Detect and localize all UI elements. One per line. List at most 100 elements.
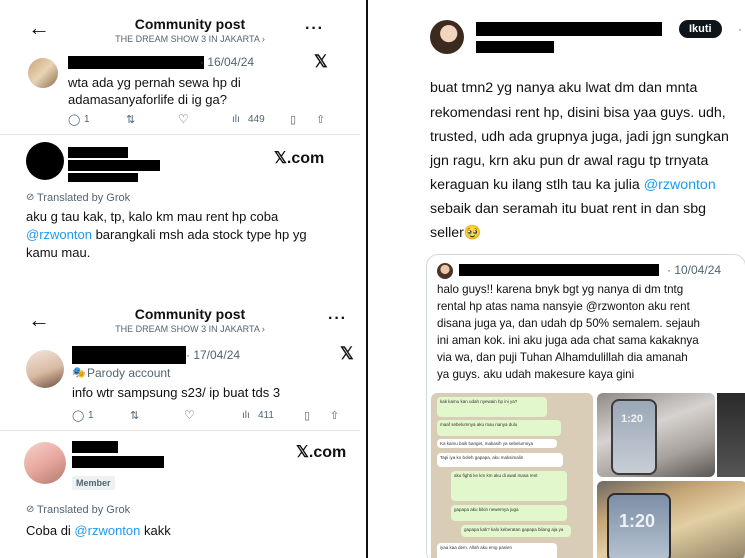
redacted-username xyxy=(459,264,659,276)
repost-icon[interactable]: ⇅ xyxy=(126,113,135,126)
page-title: Community post xyxy=(134,16,246,32)
post-panel-3: Ikuti · buat tmn2 yg nanya aku lwat dm d… xyxy=(370,0,745,558)
collage-divider xyxy=(366,0,368,558)
quoted-date: · 10/04/24 xyxy=(667,263,722,277)
phone-photo[interactable]: 1:20 xyxy=(597,393,715,477)
chat-bubble: maaf sebelumnya aku mau nanya dulu xyxy=(437,420,561,436)
phone-clock: 1:20 xyxy=(621,413,644,425)
chat-screenshot-image[interactable]: kak kamu kan udah nyewain hp ini ya? maa… xyxy=(431,393,593,558)
post-line: keraguan ku ilang stlh tau ka julia @rzw… xyxy=(430,177,716,193)
translate-icon: ⊘ xyxy=(26,504,35,515)
redacted-handle xyxy=(68,160,160,171)
post-line: trusted, udh ada grupnya juga, jadi jgn … xyxy=(430,129,729,145)
community-subtitle[interactable]: THE DREAM SHOW 3 IN JAKARTA › xyxy=(60,324,320,334)
redacted-username xyxy=(72,441,118,453)
quoted-post-card[interactable]: · 10/04/24 halo guys!! karena bnyk bgt y… xyxy=(426,254,745,558)
views-count: 411 xyxy=(258,409,274,421)
member-badge: Member xyxy=(72,476,115,490)
reply-text: barangkali msh ada stock type hp yg xyxy=(91,227,307,242)
quoted-line: ini aman kok. ini aku juga ada chat sama… xyxy=(437,334,699,347)
redacted-username xyxy=(68,56,204,69)
avatar[interactable] xyxy=(430,20,464,54)
parody-label: Parody account xyxy=(87,366,171,380)
post-text: wta ada yg pernah sewa hp di adamasanyaf… xyxy=(68,75,241,107)
translated-by-grok[interactable]: Translated by Grok xyxy=(37,192,130,204)
redacted-handle xyxy=(476,41,554,53)
reply-text-line: kamu mau. xyxy=(26,245,91,260)
redacted-username xyxy=(476,22,662,36)
community-subtitle[interactable]: THE DREAM SHOW 3 IN JAKARTA › xyxy=(60,34,320,44)
action-bar: ◯ 1 ⇅ ♡ ılı 411 ▯ ⇧ xyxy=(72,408,352,422)
reply-icon[interactable]: ◯ xyxy=(68,113,80,126)
mention-link[interactable]: @rzwonton xyxy=(74,523,140,538)
views-icon[interactable]: ılı xyxy=(232,114,240,125)
redacted-line xyxy=(68,173,138,182)
post-text: keraguan ku ilang stlh tau ka julia xyxy=(430,177,644,193)
x-logo-icon: 𝕏 xyxy=(314,52,328,71)
x-com-label: 𝕏.com xyxy=(274,150,325,167)
reply-text-line: @rzwonton barangkali msh ada stock type … xyxy=(26,226,307,243)
phone-photo-edge xyxy=(717,393,745,477)
quoted-line: ya guys. aku udah makesure kaya gini xyxy=(437,368,635,381)
reply-text: Coba di xyxy=(26,523,75,538)
redacted-line xyxy=(72,458,108,468)
reply-text: kakk xyxy=(140,523,171,538)
like-icon[interactable]: ♡ xyxy=(178,112,189,126)
reply-text-line: Coba di @rzwonton kakk xyxy=(26,522,171,539)
post-line: seller🥹 xyxy=(430,225,482,241)
avatar[interactable] xyxy=(26,350,64,388)
post-line: rekomendasi rent hp, disini bisa yaa guy… xyxy=(430,105,726,121)
reply-count: 1 xyxy=(84,113,90,125)
avatar[interactable] xyxy=(28,58,58,88)
repost-icon[interactable]: ⇅ xyxy=(130,409,139,422)
quoted-line: rental hp atas nama nansyie @rzwonton ak… xyxy=(437,300,690,313)
translate-icon: ⊘ xyxy=(26,192,35,203)
avatar xyxy=(437,263,453,279)
x-logo-icon: 𝕏 xyxy=(340,344,354,363)
post-date: · 16/04/24 xyxy=(200,55,255,69)
views-icon[interactable]: ılı xyxy=(242,410,250,421)
chat-bubble: Tapi iya ko boleh gapapa, aku maksimalin xyxy=(437,453,563,467)
phone-photo[interactable]: 1:20 xyxy=(597,481,745,558)
divider xyxy=(0,430,360,431)
follow-button[interactable]: Ikuti xyxy=(679,20,722,38)
chat-bubble: kak kamu kan udah nyewain hp ini ya? xyxy=(437,397,547,417)
divider xyxy=(0,134,360,135)
redacted-username xyxy=(68,147,128,158)
mention-link[interactable]: @rzwonton xyxy=(26,227,92,242)
x-com-label: 𝕏.com xyxy=(296,444,347,461)
mention-link[interactable]: @rzwonton xyxy=(644,177,716,193)
chat-bubble: gapapa aku bikin newernya juga xyxy=(451,505,567,521)
panel-gap xyxy=(0,262,360,296)
more-icon[interactable]: · xyxy=(738,22,742,36)
back-arrow-icon[interactable]: ← xyxy=(28,309,50,331)
bookmark-icon[interactable]: ▯ xyxy=(304,409,310,422)
quoted-line: disana juga ya, dan udah dp 50% semalem.… xyxy=(437,317,700,330)
chat-bubble: iyaa kaa dem. Allah aku emg pasien xyxy=(437,543,557,558)
like-icon[interactable]: ♡ xyxy=(184,408,195,422)
page-title: Community post xyxy=(134,306,246,322)
reply-count: 1 xyxy=(88,409,94,421)
more-icon[interactable]: ··· xyxy=(328,310,347,328)
translated-by-grok[interactable]: Translated by Grok xyxy=(37,504,130,516)
phone-clock: 1:20 xyxy=(619,511,656,531)
chat-bubble: Ka kamu baik banget, makasih ya sebelumn… xyxy=(437,439,557,448)
more-icon[interactable]: ··· xyxy=(305,20,324,38)
post-date: · 17/04/24 xyxy=(186,348,241,362)
reply-icon[interactable]: ◯ xyxy=(72,409,84,422)
back-arrow-icon[interactable]: ← xyxy=(28,17,50,39)
avatar[interactable] xyxy=(24,442,66,484)
share-icon[interactable]: ⇧ xyxy=(330,409,339,422)
views-count: 449 xyxy=(248,113,265,125)
quoted-line: via wa, dan puji Tuhan Alhamdulillah dia… xyxy=(437,351,688,364)
redacted-username xyxy=(72,346,186,364)
parody-icon: 🎭 xyxy=(72,367,86,379)
avatar[interactable] xyxy=(26,142,64,180)
share-icon[interactable]: ⇧ xyxy=(316,113,325,126)
chat-bubble: aku fighti ke km km aku di awal masa ren… xyxy=(451,471,567,501)
screenshot-collage: ← Community post THE DREAM SHOW 3 IN JAK… xyxy=(0,0,745,558)
action-bar: ◯ 1 ⇅ ♡ ılı 449 ▯ ⇧ xyxy=(68,112,338,126)
bookmark-icon[interactable]: ▯ xyxy=(290,113,296,126)
post-line: buat tmn2 yg nanya aku lwat dm dan mnta xyxy=(430,80,698,96)
post-text: info wtr sampsung s23/ ip buat tds 3 xyxy=(72,385,281,400)
